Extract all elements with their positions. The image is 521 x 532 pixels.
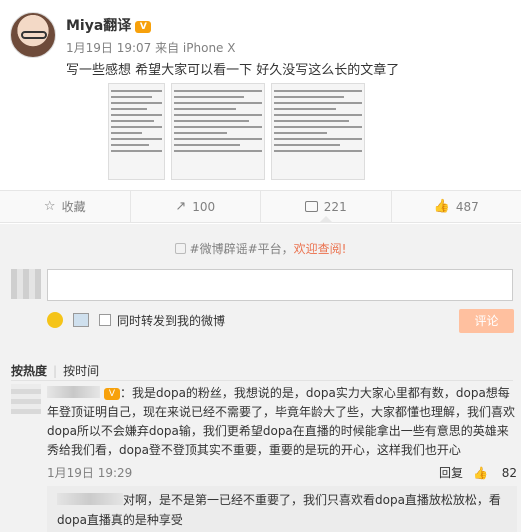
image-upload-icon[interactable] <box>73 313 89 327</box>
repost-button[interactable]: ↗ 100 <box>131 191 261 222</box>
comment-section: #微博辟谣#平台，欢迎查阅! 同时转发到我的微博 评论 按热度 | 按时间 V ：我是… <box>0 224 521 532</box>
weibo-post: Miya翻译 V 1月19日 19:07 来自 iPhone X 写一些感想 希望… <box>0 0 521 190</box>
repost-icon: ↗ <box>175 199 187 214</box>
post-meta: 1月19日 19:07 来自 iPhone X <box>66 41 236 55</box>
star-icon: ☆ <box>43 199 56 214</box>
post-image-2[interactable] <box>171 83 265 180</box>
collect-button[interactable]: ☆ 收藏 <box>0 191 131 222</box>
user-avatar[interactable] <box>10 12 56 58</box>
hot-icon <box>174 243 186 254</box>
topic-link[interactable]: 欢迎查阅! <box>294 242 347 256</box>
vip-badge-icon: V <box>135 21 152 33</box>
post-images <box>108 83 365 180</box>
comment-text: V ：我是dopa的粉丝，我想说的是，dopa实力大家心里都有数，dopa想每年登… <box>47 386 516 457</box>
comment-time: 1月19日 19:29 <box>47 466 133 480</box>
comment-icon <box>304 201 318 212</box>
divider <box>11 380 513 381</box>
submit-comment-button[interactable]: 评论 <box>459 309 514 333</box>
comment-like-button[interactable]: 👍 82 <box>473 466 517 480</box>
my-avatar <box>11 269 41 299</box>
comment-input[interactable] <box>47 269 513 301</box>
post-username[interactable]: Miya翻译 V <box>66 15 152 35</box>
post-action-bar: ☆ 收藏 ↗ 100 221 👍 487 <box>0 190 521 223</box>
post-image-3[interactable] <box>271 83 365 180</box>
emoji-icon[interactable] <box>47 312 63 328</box>
sort-hot-tab[interactable]: 按热度 <box>11 364 47 378</box>
comment-avatar[interactable] <box>11 384 41 414</box>
comment-sort: 按热度 | 按时间 <box>11 364 100 378</box>
like-button[interactable]: 👍 487 <box>392 191 521 222</box>
comment-toolbar: 同时转发到我的微博 <box>47 309 513 331</box>
post-image-1[interactable] <box>108 83 165 180</box>
repost-checkbox-label: 同时转发到我的微博 <box>117 313 226 328</box>
reply-button[interactable]: 回复 <box>439 466 463 480</box>
post-text: 写一些感想 希望大家可以看一下 好久没写这么长的文章了 <box>66 63 400 78</box>
reply-text: 对啊，是不是第一已经不重要了，我们只喜欢看dopa直播放松放松，看dopa直播真… <box>57 493 501 527</box>
topic-banner: #微博辟谣#平台，欢迎查阅! <box>0 236 521 262</box>
repost-checkbox[interactable] <box>99 314 111 326</box>
vip-badge-icon: V <box>104 388 120 400</box>
reply-item: 对啊，是不是第一已经不重要了，我们只喜欢看dopa直播放松放松，看dopa直播真… <box>47 486 517 532</box>
commenter-name-blurred[interactable] <box>47 386 100 398</box>
replier-name-blurred[interactable] <box>57 493 123 505</box>
thumbs-up-icon: 👍 <box>433 199 450 214</box>
comment-meta: 1月19日 19:29 回复 👍 82 <box>47 464 517 481</box>
comment-button[interactable]: 221 <box>261 191 392 223</box>
sort-time-tab[interactable]: 按时间 <box>63 364 99 378</box>
